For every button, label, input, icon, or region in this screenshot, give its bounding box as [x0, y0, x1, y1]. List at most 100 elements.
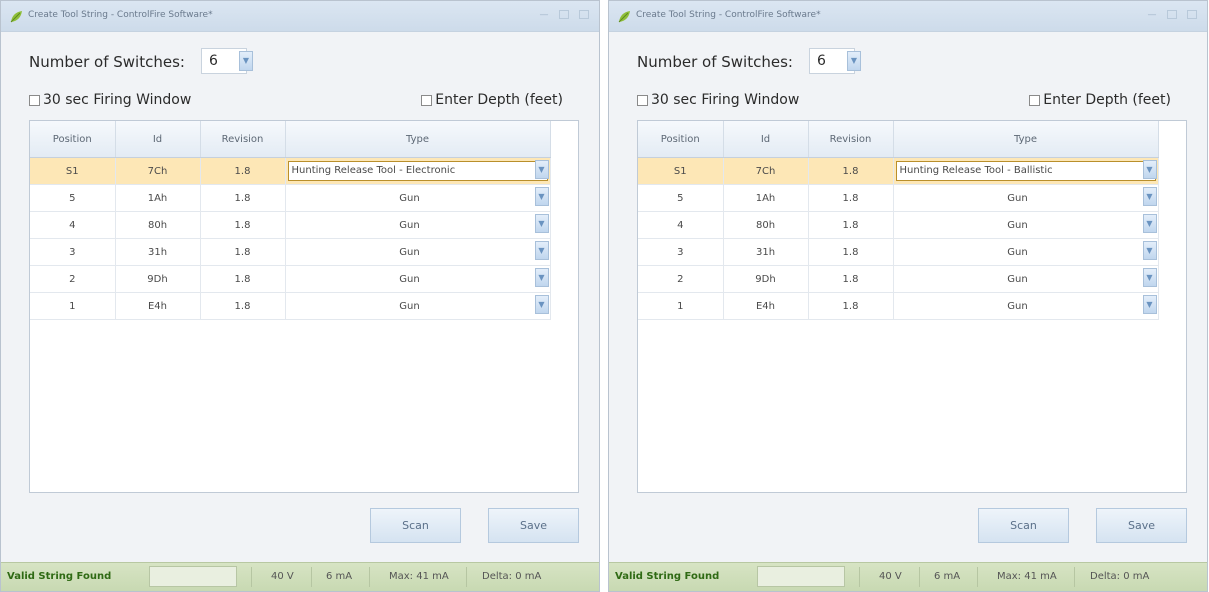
cell-revision: 1.8: [808, 157, 894, 185]
status-divider: [1074, 567, 1075, 587]
column-header-id[interactable]: Id: [723, 121, 809, 158]
cell-revision: 1.8: [808, 211, 894, 239]
column-header-revision[interactable]: Revision: [808, 121, 894, 158]
chevron-down-icon[interactable]: ▼: [239, 51, 253, 71]
cell-revision: 1.8: [808, 184, 894, 212]
close-button[interactable]: [577, 9, 591, 22]
cell-id: 7Ch: [723, 157, 809, 185]
cell-id: 80h: [723, 211, 809, 239]
maximize-button[interactable]: [1165, 9, 1179, 22]
enter-depth-checkbox[interactable]: Enter Depth (feet): [421, 92, 563, 108]
table-row[interactable]: 5 1Ah 1.8 Gun ▼: [638, 184, 1159, 212]
status-divider: [919, 567, 920, 587]
maximize-button[interactable]: [557, 9, 571, 22]
chevron-down-icon[interactable]: ▼: [534, 214, 549, 233]
cell-position: 1: [30, 292, 116, 320]
type-value: Gun: [1007, 273, 1028, 285]
cell-position: 5: [638, 184, 724, 212]
cell-type[interactable]: Gun ▼: [285, 292, 551, 320]
chevron-down-icon[interactable]: ▼: [534, 187, 549, 206]
switches-label: Number of Switches:: [637, 53, 793, 71]
chevron-down-icon[interactable]: ▼: [1142, 295, 1157, 314]
leaf-icon: [10, 11, 22, 23]
table-row[interactable]: S1 7Ch 1.8 Hunting Release Tool - Electr…: [30, 157, 551, 185]
cell-position: 4: [638, 211, 724, 239]
close-button[interactable]: [1185, 9, 1199, 22]
column-header-type[interactable]: Type: [285, 121, 551, 158]
chevron-down-icon[interactable]: ▼: [1142, 160, 1157, 179]
tool-string-table: Position Id Revision Type S1 7Ch 1.8 Hun…: [30, 121, 551, 320]
status-current: 6 mA: [934, 571, 961, 582]
table-row[interactable]: 1 E4h 1.8 Gun ▼: [30, 292, 551, 320]
checkbox-box[interactable]: [421, 94, 433, 106]
table-header-row: Position Id Revision Type: [30, 121, 551, 158]
table-row[interactable]: 5 1Ah 1.8 Gun ▼: [30, 184, 551, 212]
cell-type[interactable]: Hunting Release Tool - Ballistic ▼: [893, 157, 1159, 185]
table-row[interactable]: 4 80h 1.8 Gun ▼: [30, 211, 551, 239]
checkbox-box[interactable]: [1029, 94, 1041, 106]
cell-id: 7Ch: [115, 157, 201, 185]
minimize-button[interactable]: —: [1145, 9, 1159, 22]
cell-revision: 1.8: [200, 238, 286, 266]
status-voltage: 40 V: [271, 571, 294, 582]
firing-window-checkbox[interactable]: 30 sec Firing Window: [637, 92, 799, 108]
cell-type[interactable]: Gun ▼: [285, 184, 551, 212]
enter-depth-checkbox[interactable]: Enter Depth (feet): [1029, 92, 1171, 108]
table-header-row: Position Id Revision Type: [638, 121, 1159, 158]
status-empty-field: [757, 566, 845, 587]
status-bar: Valid String Found 40 V 6 mA Max: 41 mA …: [609, 562, 1207, 591]
table-row[interactable]: 3 31h 1.8 Gun ▼: [638, 238, 1159, 266]
checkbox-box[interactable]: [29, 94, 40, 106]
save-button[interactable]: Save: [1096, 508, 1187, 543]
status-divider: [369, 567, 370, 587]
status-max-current: Max: 41 mA: [389, 571, 449, 582]
chevron-down-icon[interactable]: ▼: [534, 241, 549, 260]
chevron-down-icon[interactable]: ▼: [847, 51, 861, 71]
switches-dropdown[interactable]: 6 ▼: [201, 48, 253, 74]
minimize-button[interactable]: —: [537, 9, 551, 22]
title-bar[interactable]: Create Tool String - ControlFire Softwar…: [609, 1, 1207, 32]
column-header-type[interactable]: Type: [893, 121, 1159, 158]
switches-dropdown[interactable]: 6 ▼: [809, 48, 861, 74]
type-value: Gun: [1007, 246, 1028, 258]
chevron-down-icon[interactable]: ▼: [1142, 187, 1157, 206]
cell-type[interactable]: Gun ▼: [893, 265, 1159, 293]
cell-type[interactable]: Gun ▼: [893, 292, 1159, 320]
table-row[interactable]: 4 80h 1.8 Gun ▼: [638, 211, 1159, 239]
chevron-down-icon[interactable]: ▼: [534, 268, 549, 287]
table-row[interactable]: S1 7Ch 1.8 Hunting Release Tool - Ballis…: [638, 157, 1159, 185]
scan-button[interactable]: Scan: [370, 508, 461, 543]
column-header-position[interactable]: Position: [30, 121, 116, 158]
cell-id: 1Ah: [723, 184, 809, 212]
status-divider: [977, 567, 978, 587]
table-row[interactable]: 2 9Dh 1.8 Gun ▼: [638, 265, 1159, 293]
cell-type[interactable]: Gun ▼: [285, 238, 551, 266]
chevron-down-icon[interactable]: ▼: [1142, 214, 1157, 233]
scan-button[interactable]: Scan: [978, 508, 1069, 543]
cell-type[interactable]: Gun ▼: [285, 265, 551, 293]
cell-type[interactable]: Gun ▼: [893, 211, 1159, 239]
chevron-down-icon[interactable]: ▼: [1142, 268, 1157, 287]
table-row[interactable]: 3 31h 1.8 Gun ▼: [30, 238, 551, 266]
chevron-down-icon[interactable]: ▼: [534, 160, 549, 179]
cell-type[interactable]: Hunting Release Tool - Electronic ▼: [285, 157, 551, 185]
table-row[interactable]: 2 9Dh 1.8 Gun ▼: [30, 265, 551, 293]
cell-id: 80h: [115, 211, 201, 239]
tool-string-grid: Position Id Revision Type S1 7Ch 1.8 Hun…: [637, 120, 1187, 493]
chevron-down-icon[interactable]: ▼: [534, 295, 549, 314]
checkbox-box[interactable]: [637, 94, 648, 106]
cell-position: 3: [30, 238, 116, 266]
cell-type[interactable]: Gun ▼: [893, 238, 1159, 266]
table-row[interactable]: 1 E4h 1.8 Gun ▼: [638, 292, 1159, 320]
chevron-down-icon[interactable]: ▼: [1142, 241, 1157, 260]
column-header-id[interactable]: Id: [115, 121, 201, 158]
firing-window-checkbox[interactable]: 30 sec Firing Window: [29, 92, 191, 108]
save-button[interactable]: Save: [488, 508, 579, 543]
column-header-revision[interactable]: Revision: [200, 121, 286, 158]
cell-id: 9Dh: [115, 265, 201, 293]
cell-type[interactable]: Gun ▼: [893, 184, 1159, 212]
column-header-position[interactable]: Position: [638, 121, 724, 158]
window-title: Create Tool String - ControlFire Softwar…: [636, 10, 821, 20]
cell-type[interactable]: Gun ▼: [285, 211, 551, 239]
title-bar[interactable]: Create Tool String - ControlFire Softwar…: [1, 1, 599, 32]
